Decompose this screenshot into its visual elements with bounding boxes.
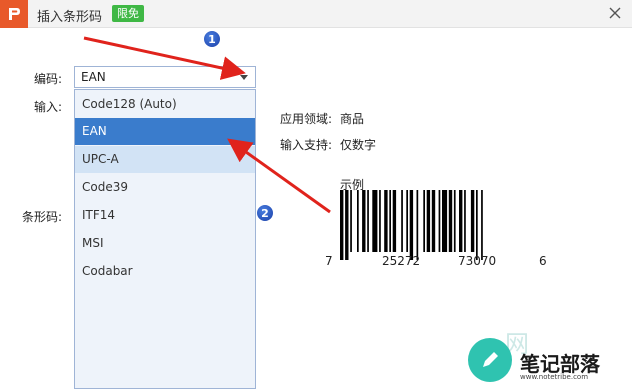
annotation-marker-1: 1: [203, 30, 221, 48]
option-code39[interactable]: Code39: [75, 174, 255, 201]
option-code128-auto[interactable]: Code128 (Auto): [75, 91, 255, 118]
encoding-select[interactable]: EAN: [74, 66, 256, 88]
barcode-bar: [362, 190, 366, 252]
barcode-bar: [448, 190, 453, 252]
input-support-label: 输入支持:: [280, 138, 333, 152]
free-badge: 限免: [112, 5, 144, 22]
barcode-bar: [389, 190, 391, 252]
chevron-down-icon[interactable]: [240, 75, 248, 80]
barcode-bar: [459, 190, 463, 252]
barcode-bar: [438, 190, 441, 252]
domain-label: 应用领域:: [280, 112, 333, 126]
option-itf14[interactable]: ITF14: [75, 202, 255, 229]
barcode-bar: [406, 190, 408, 252]
pen-icon: [468, 338, 512, 382]
barcode-bar: [384, 190, 388, 252]
barcode-bar: [431, 190, 436, 252]
barcode-bar: [470, 190, 475, 252]
barcode-bar: [350, 190, 352, 252]
input-support-value: 仅数字: [340, 138, 377, 152]
barcode-bar: [476, 190, 478, 260]
barcode-digit-first: 7: [325, 254, 333, 268]
watermark: 笔记部落 www.notetribe.com: [460, 330, 632, 389]
watermark-url: www.notetribe.com: [520, 373, 589, 381]
barcode-bar: [345, 190, 349, 260]
barcode-bar: [453, 190, 456, 252]
domain-value: 商品: [340, 112, 365, 126]
encoding-select-value: EAN: [81, 70, 106, 84]
barcode-bar: [409, 190, 414, 260]
app-logo-icon: [0, 0, 28, 28]
barcode-bar: [401, 190, 403, 252]
barcode-label: 条形码:: [22, 210, 63, 224]
barcode-bar: [372, 190, 378, 252]
option-upc-a[interactable]: UPC-A: [75, 146, 255, 173]
title-bar: 插入条形码 限免: [0, 0, 632, 28]
barcode-image: [340, 190, 483, 260]
input-label: 输入:: [34, 100, 63, 114]
close-icon[interactable]: [606, 4, 624, 22]
barcode-bar: [392, 190, 397, 252]
option-msi[interactable]: MSI: [75, 230, 255, 257]
barcode-digits-right: 73070: [458, 254, 497, 268]
option-ean[interactable]: EAN: [75, 118, 255, 145]
barcode-bar: [357, 190, 359, 252]
barcode-bar: [464, 190, 466, 252]
encoding-dropdown-list[interactable]: Code128 (Auto) EAN UPC-A Code39 ITF14 MS…: [74, 89, 256, 389]
barcode-bar: [379, 190, 381, 252]
barcode-bar: [423, 190, 425, 252]
encoding-label: 编码:: [34, 72, 63, 86]
barcode-bar: [442, 190, 448, 252]
annotation-marker-2: 2: [256, 204, 274, 222]
barcode-digits-left: 25272: [382, 254, 421, 268]
barcode-bar: [481, 190, 483, 260]
option-codabar[interactable]: Codabar: [75, 258, 255, 285]
barcode-bar: [340, 190, 344, 260]
barcode-bar: [367, 190, 369, 252]
barcode-bar: [426, 190, 431, 252]
barcode-bar: [416, 190, 419, 260]
dialog-title: 插入条形码: [37, 10, 103, 25]
barcode-digit-last: 6: [539, 254, 547, 268]
